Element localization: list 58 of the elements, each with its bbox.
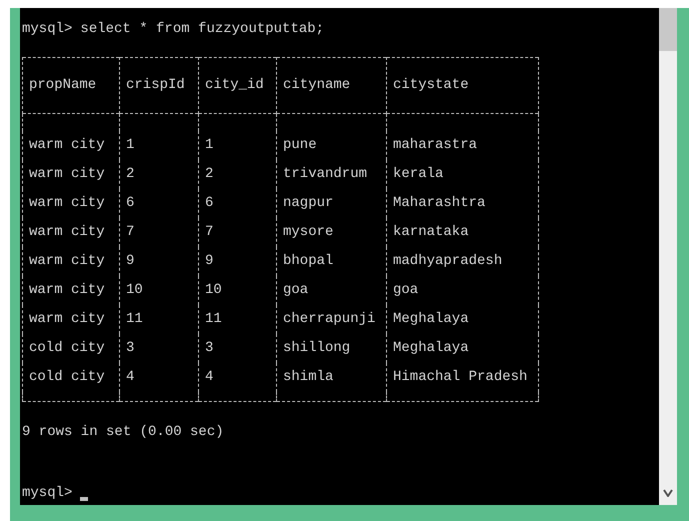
table-cell: maharastra [393, 136, 478, 152]
chevron-down-icon[interactable] [663, 489, 673, 497]
prompt: mysql> [22, 484, 72, 503]
result-summary: 9 rows in set (0.00 sec) [22, 424, 224, 440]
table-cell: 1 [205, 136, 214, 152]
table-cell: warm city [29, 166, 105, 182]
table-cell: trivandrum [283, 166, 368, 182]
table-cell: 4 [205, 368, 214, 384]
table-cell: 7 [205, 224, 214, 240]
table-cell: warm city [29, 282, 105, 298]
scrollbar-thumb[interactable] [659, 8, 677, 51]
text-cursor [80, 497, 88, 501]
table-cell: 9 [126, 252, 134, 268]
table-cell: warm city [29, 252, 105, 268]
column-header: propName [29, 77, 96, 93]
table-cell: mysore [283, 224, 334, 240]
table-cell: 11 [126, 310, 143, 326]
column-header: city_id [205, 77, 264, 93]
table-cell: pune [283, 136, 317, 152]
table-cell: cold city [29, 368, 105, 384]
table-cell: warm city [29, 224, 105, 240]
table-cell: Meghalaya [393, 310, 469, 326]
table-cell: 4 [126, 368, 134, 384]
table-cell: shimla [283, 368, 334, 384]
table-cell: warm city [29, 136, 105, 152]
table-cell: 3 [126, 340, 134, 356]
table-cell: 10 [205, 282, 222, 298]
column-header: crispId [126, 77, 185, 93]
table-cell: Meghalaya [393, 340, 469, 356]
table-cell: 2 [126, 166, 134, 182]
table-cell: goa [393, 282, 418, 298]
table-cell: 1 [126, 136, 134, 152]
table-cell: 3 [205, 340, 214, 356]
sql-command: select * from fuzzyoutputtab; [80, 20, 324, 39]
table-cell: Himachal Pradesh [393, 368, 528, 384]
table-cell: 9 [205, 252, 214, 268]
table-cell: cherrapunji [283, 310, 376, 326]
table-cell: Maharashtra [393, 194, 486, 210]
table-cell: 11 [205, 310, 222, 326]
table-cell: karnataka [393, 224, 469, 240]
table-cell: warm city [29, 194, 105, 210]
table-cell: nagpur [283, 194, 334, 210]
column-header: citystate [393, 77, 469, 93]
table-cell: kerala [393, 166, 444, 182]
table-cell: madhyapradesh [393, 252, 502, 268]
table-cell: goa [283, 282, 308, 298]
prompt: mysql> [22, 20, 72, 39]
table-cell: 6 [205, 194, 214, 210]
table-cell: 6 [126, 194, 134, 210]
table-cell: warm city [29, 310, 105, 326]
scrollbar[interactable] [659, 8, 677, 505]
table-cell: 2 [205, 166, 214, 182]
table-cell: bhopal [283, 252, 334, 268]
table-cell: 10 [126, 282, 143, 298]
column-header: cityname [283, 77, 350, 93]
table-cell: 7 [126, 224, 134, 240]
table-cell: cold city [29, 340, 105, 356]
table-cell: shillong [283, 340, 350, 356]
